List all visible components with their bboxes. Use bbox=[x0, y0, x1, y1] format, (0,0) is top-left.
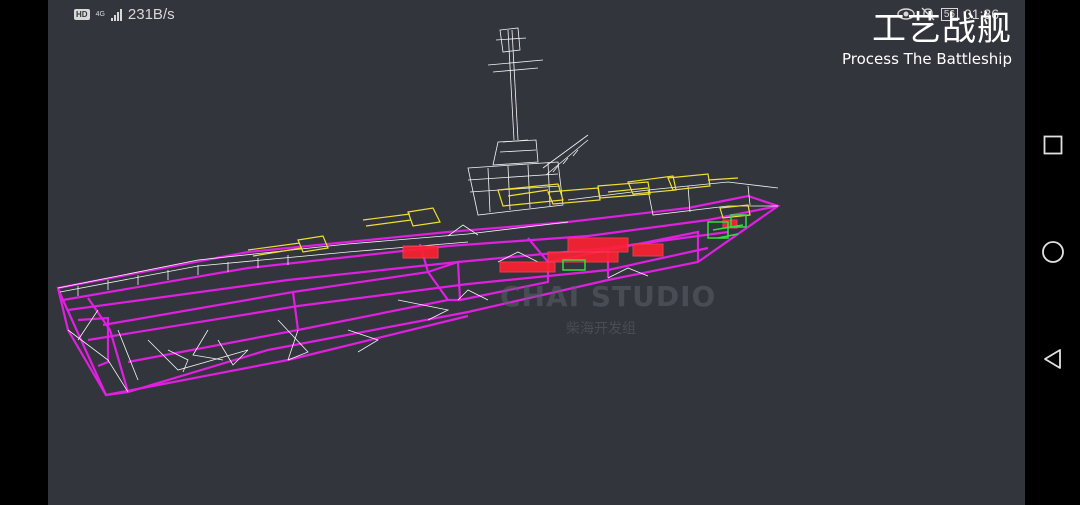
navigation-bar bbox=[1025, 0, 1080, 505]
net-speed: 231B/s bbox=[127, 6, 175, 23]
hd-badge: HD bbox=[74, 9, 90, 20]
status-left: HD 4G 231B/s bbox=[74, 6, 175, 23]
network-type: 4G bbox=[95, 11, 105, 18]
screen: CHAI STUDIO 柴海开发组 HD 4G 231B/s 56 01:36 … bbox=[0, 0, 1080, 505]
app-title-english: Process The Battleship bbox=[842, 50, 1012, 68]
studio-watermark: CHAI STUDIO bbox=[500, 280, 717, 313]
model-viewport[interactable]: CHAI STUDIO 柴海开发组 bbox=[48, 0, 1025, 505]
recent-apps-button[interactable] bbox=[1040, 132, 1066, 158]
app-title-chinese: 工艺战舰 bbox=[872, 9, 1012, 49]
square-icon bbox=[1043, 135, 1063, 155]
battleship-wireframe-model[interactable] bbox=[48, 0, 1025, 505]
triangle-back-icon bbox=[1044, 349, 1061, 369]
home-button[interactable] bbox=[1040, 239, 1066, 265]
back-button[interactable] bbox=[1040, 346, 1066, 372]
studio-watermark-sub: 柴海开发组 bbox=[566, 321, 636, 337]
signal-icon bbox=[110, 8, 122, 21]
app-title: 工艺战舰 Process The Battleship bbox=[842, 10, 1012, 68]
circle-icon bbox=[1042, 241, 1064, 263]
